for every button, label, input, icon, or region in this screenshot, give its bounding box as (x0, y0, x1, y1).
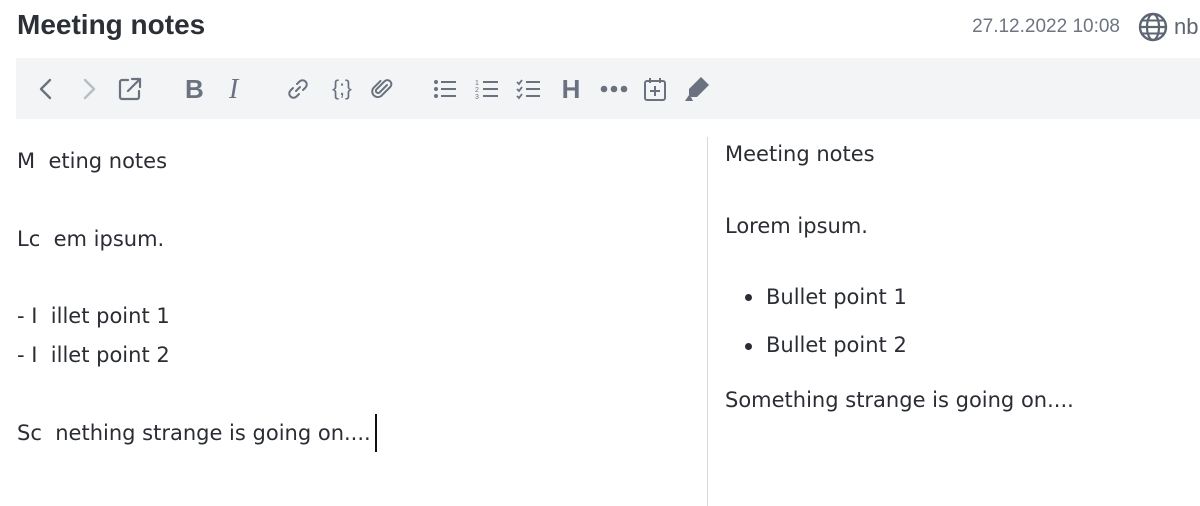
svg-text:1: 1 (475, 80, 479, 87)
page-title: Meeting notes (17, 9, 206, 40)
svg-text:I: I (228, 76, 240, 102)
highlight-button[interactable] (682, 72, 712, 106)
preview-paragraph: Lorem ipsum. (725, 214, 868, 238)
preview-paragraph: Something strange is going on.... (725, 388, 1074, 412)
redo-button[interactable] (74, 72, 104, 106)
italic-icon: I (226, 76, 246, 102)
attach-button[interactable] (367, 72, 397, 106)
paperclip-icon (370, 76, 394, 102)
svg-text:B: B (185, 76, 204, 102)
editor-line[interactable]: - I illet point 2 (17, 343, 170, 367)
insert-date-button[interactable] (640, 72, 670, 106)
heading-icon: H (561, 73, 581, 104)
svg-text:2: 2 (475, 87, 479, 94)
chevron-left-icon (36, 77, 56, 101)
numbered-list-button[interactable]: 1 2 3 (472, 72, 502, 106)
open-external-button[interactable] (115, 72, 145, 106)
more-options-button[interactable] (599, 72, 629, 106)
editor-line[interactable]: Lc em ipsum. (17, 227, 164, 251)
link-icon (286, 77, 310, 101)
preview-heading: Meeting notes (725, 142, 875, 166)
external-link-icon (117, 76, 143, 102)
code-icon: {;} (332, 77, 352, 100)
bold-button[interactable]: B (179, 72, 209, 106)
code-button[interactable]: {;} (323, 72, 361, 106)
bullet-dot-icon (745, 294, 752, 301)
pane-divider[interactable] (707, 137, 708, 506)
link-button[interactable] (283, 72, 313, 106)
editor-toolbar: B I {;} 1 2 3 H (16, 58, 1200, 119)
undo-button[interactable] (31, 72, 61, 106)
ellipsis-icon (599, 84, 629, 94)
list-item: Bullet point 1 (766, 285, 907, 309)
bold-icon: B (183, 76, 205, 102)
markdown-editor[interactable]: M eting notes Lc em ipsum. - I illet poi… (0, 137, 705, 506)
italic-button[interactable]: I (221, 72, 251, 106)
globe-icon[interactable] (1138, 12, 1168, 42)
calendar-plus-icon (643, 76, 667, 102)
editor-line[interactable]: M eting notes (17, 149, 167, 173)
heading-button[interactable]: H (556, 72, 586, 106)
editor-line[interactable]: - I illet point 1 (17, 304, 170, 328)
timestamp: 27.12.2022 10:08 (972, 16, 1120, 37)
header: Meeting notes 27.12.2022 10:08 nb (0, 0, 1200, 58)
highlighter-icon (682, 74, 712, 104)
numbered-list-icon: 1 2 3 (474, 77, 500, 101)
editor-line[interactable]: Sc nething strange is going on.... (17, 421, 371, 445)
language-selector[interactable]: nb (1174, 14, 1198, 40)
bullet-list-icon (432, 77, 458, 101)
svg-text:3: 3 (475, 94, 479, 101)
text-caret (375, 414, 377, 452)
list-item: Bullet point 2 (766, 333, 907, 357)
chevron-right-icon (79, 77, 99, 101)
bulleted-list-button[interactable] (430, 72, 460, 106)
checklist-button[interactable] (514, 72, 544, 106)
bullet-dot-icon (745, 343, 752, 350)
checklist-icon (516, 77, 542, 101)
